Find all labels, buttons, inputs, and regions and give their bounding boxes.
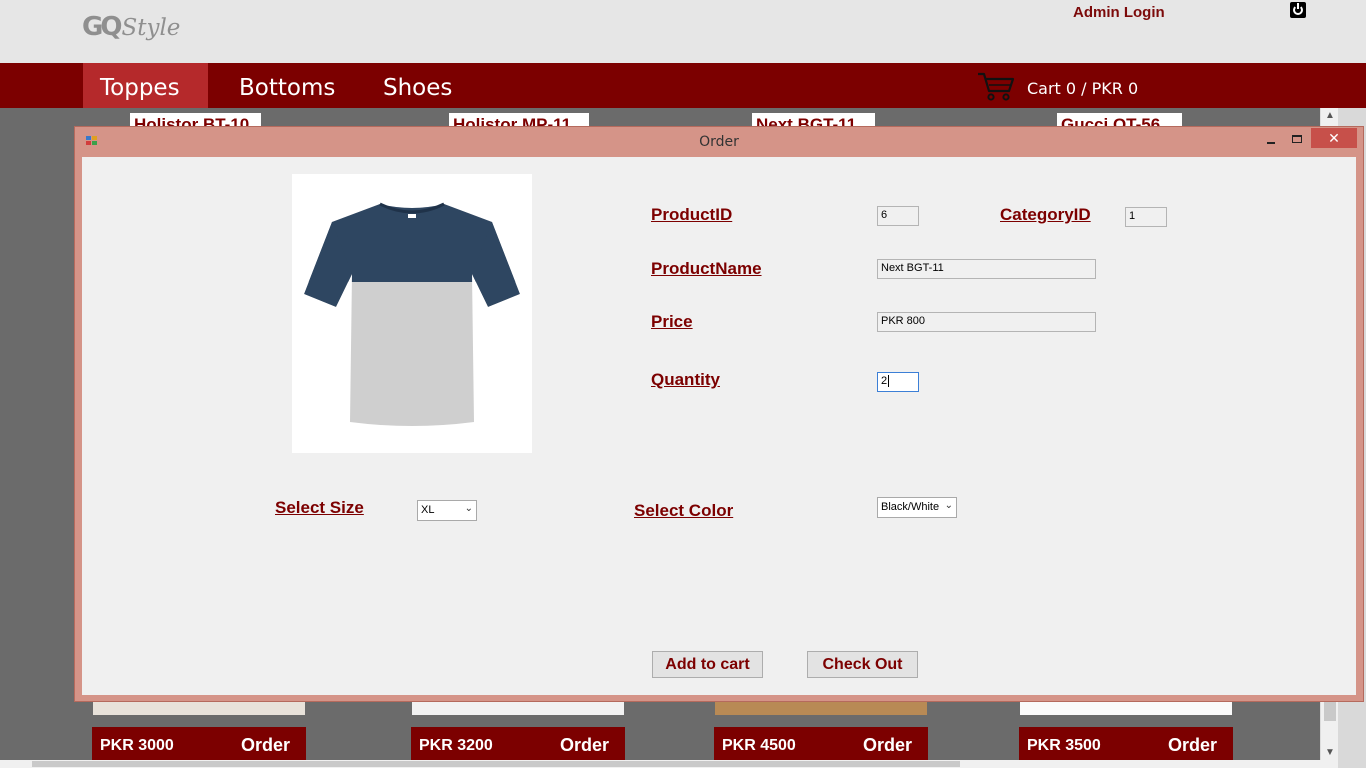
top-header: GQ Style Admin Login bbox=[0, 0, 1366, 63]
maximize-button[interactable] bbox=[1287, 129, 1307, 149]
tab-bottoms[interactable]: Bottoms bbox=[239, 63, 335, 108]
select-color-label: Select Color bbox=[634, 501, 734, 520]
cart-summary[interactable]: Cart 0 / PKR 0 bbox=[1027, 79, 1138, 98]
product-price: PKR 3500 bbox=[1027, 736, 1101, 754]
order-button[interactable]: Order bbox=[241, 735, 298, 756]
quantity-value: 2 bbox=[881, 375, 888, 387]
chevron-down-icon: ⌄ bbox=[944, 500, 953, 511]
scroll-up-icon[interactable]: ▲ bbox=[1325, 110, 1335, 121]
product-price-bar: PKR 3200 Order bbox=[411, 727, 625, 760]
product-id-label: ProductID bbox=[651, 205, 733, 224]
product-price: PKR 3200 bbox=[419, 736, 493, 754]
category-id-label: CategoryID bbox=[1000, 205, 1091, 224]
price-label: Price bbox=[651, 312, 693, 331]
tshirt-image bbox=[304, 202, 520, 426]
product-price: PKR 3000 bbox=[100, 736, 174, 754]
tab-toppes[interactable]: Toppes bbox=[83, 63, 208, 108]
dialog-body: ProductID CategoryID ProductName Price Q… bbox=[82, 157, 1356, 695]
admin-login-link[interactable]: Admin Login bbox=[1073, 4, 1165, 21]
size-selected-value: XL bbox=[421, 504, 435, 516]
logo-style-text: Style bbox=[121, 15, 181, 41]
quantity-label: Quantity bbox=[651, 370, 720, 389]
product-picture bbox=[292, 174, 532, 453]
product-image[interactable] bbox=[715, 700, 927, 715]
category-id-field[interactable]: 1 bbox=[1125, 207, 1167, 227]
product-price-bar: PKR 4500 Order bbox=[714, 727, 928, 760]
dialog-titlebar[interactable]: Order ✕ bbox=[75, 127, 1363, 157]
scroll-thumb[interactable] bbox=[32, 761, 960, 767]
check-out-button[interactable]: Check Out bbox=[807, 651, 918, 678]
gqstyle-logo[interactable]: GQ Style bbox=[82, 12, 180, 48]
shopping-cart-icon[interactable] bbox=[977, 71, 1015, 101]
product-name-label: ProductName bbox=[651, 259, 762, 278]
tab-shoes[interactable]: Shoes bbox=[383, 63, 452, 108]
horizontal-scrollbar[interactable] bbox=[0, 760, 1338, 768]
order-dialog: Order ✕ ProductID CategoryID ProductName… bbox=[74, 126, 1364, 702]
price-field[interactable]: PKR 800 bbox=[877, 312, 1096, 332]
product-price: PKR 4500 bbox=[722, 736, 796, 754]
color-select[interactable]: Black/White ⌄ bbox=[877, 497, 957, 518]
product-price-bar: PKR 3000 Order bbox=[92, 727, 306, 760]
product-id-field[interactable]: 6 bbox=[877, 206, 919, 226]
select-size-label: Select Size bbox=[275, 498, 364, 517]
order-button[interactable]: Order bbox=[863, 735, 920, 756]
scroll-down-icon[interactable]: ▼ bbox=[1325, 747, 1335, 758]
color-selected-value: Black/White bbox=[881, 501, 940, 513]
chevron-down-icon: ⌄ bbox=[464, 503, 473, 514]
order-button[interactable]: Order bbox=[1168, 735, 1225, 756]
quantity-field[interactable]: 2 bbox=[877, 372, 919, 392]
close-icon: ✕ bbox=[1328, 129, 1340, 146]
maximize-icon bbox=[1292, 135, 1302, 143]
product-image[interactable] bbox=[412, 700, 624, 715]
minimize-icon bbox=[1267, 142, 1275, 144]
product-image[interactable] bbox=[1020, 700, 1232, 715]
product-image[interactable] bbox=[93, 700, 305, 715]
product-name-field[interactable]: Next BGT-11 bbox=[877, 259, 1096, 279]
dialog-title: Order bbox=[699, 134, 739, 150]
order-button[interactable]: Order bbox=[560, 735, 617, 756]
power-icon[interactable] bbox=[1290, 2, 1306, 18]
size-select[interactable]: XL ⌄ bbox=[417, 500, 477, 521]
close-button[interactable]: ✕ bbox=[1311, 128, 1357, 148]
category-navbar: Toppes Bottoms Shoes Cart 0 / PKR 0 bbox=[0, 63, 1366, 108]
minimize-button[interactable] bbox=[1255, 129, 1287, 149]
add-to-cart-button[interactable]: Add to cart bbox=[652, 651, 763, 678]
product-price-bar: PKR 3500 Order bbox=[1019, 727, 1233, 760]
logo-gq-text: GQ bbox=[82, 12, 122, 42]
